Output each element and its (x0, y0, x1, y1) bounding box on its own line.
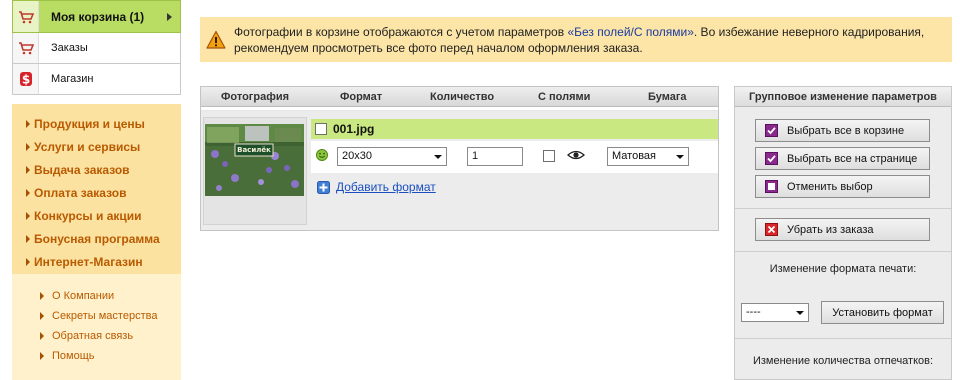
main-navigation: Продукция и цены Услуги и сервисы Выдача… (12, 104, 181, 274)
dropdown-arrow-icon (676, 155, 684, 159)
remove-from-order-button[interactable]: Убрать из заказа (755, 218, 930, 241)
menu-item-label: Магазин (51, 73, 94, 85)
nav-item-online-shop[interactable]: Интернет-Магазин (12, 250, 181, 273)
smiley-status-icon (316, 149, 328, 161)
nav-item-pickup[interactable]: Выдача заказов (12, 158, 181, 181)
photo-select-checkbox[interactable] (315, 123, 327, 135)
panel-divider (735, 251, 951, 252)
borders-help-link[interactable]: «Без полей/С полями» (567, 25, 693, 39)
preview-eye-icon[interactable] (567, 149, 585, 161)
cart-notice: Фотографии в корзине отображаются с учет… (200, 17, 952, 62)
notice-text: Фотографии в корзине отображаются с учет… (234, 24, 925, 55)
nav-item-payment[interactable]: Оплата заказов (12, 181, 181, 204)
panel-title: Групповое изменение параметров (735, 87, 951, 107)
add-format-row: Добавить формат (311, 177, 436, 197)
plus-icon (317, 180, 330, 194)
format-change-label: Изменение формата печати: (769, 263, 917, 275)
column-header-format: Формат (340, 91, 383, 103)
dollar-icon: $ (13, 64, 39, 94)
column-header-paper: Бумага (648, 91, 687, 103)
nav-item-products[interactable]: Продукция и цены (12, 112, 181, 135)
menu-item-shop[interactable]: $ Магазин (12, 64, 181, 95)
quantity-input[interactable]: 1 (467, 147, 523, 166)
thumbnail-caption: Василёк (237, 146, 271, 154)
panel-divider (735, 208, 951, 209)
select-all-cart-button[interactable]: Выбрать все в корзине (755, 119, 930, 142)
column-header-quantity: Количество (430, 91, 495, 103)
checkbox-checked-icon (765, 152, 778, 165)
select-all-page-button[interactable]: Выбрать все на странице (755, 147, 930, 170)
dropdown-arrow-icon (796, 311, 804, 315)
borders-checkbox[interactable] (543, 150, 555, 162)
set-format-button[interactable]: Установить формат (821, 301, 944, 324)
nav-item-about[interactable]: О Компании (12, 286, 181, 306)
menu-item-cart[interactable]: Моя корзина (1) (12, 0, 181, 33)
print-options-row: 20x30 1 Матовая (311, 141, 718, 173)
svg-text:$: $ (21, 73, 29, 87)
add-format-link[interactable]: Добавить формат (336, 180, 436, 194)
secondary-navigation: О Компании Секреты мастерства Обратная с… (12, 274, 181, 380)
photo-thumbnail[interactable]: Василёк (205, 124, 304, 196)
quantity-change-label: Изменение количества отпечатков: (752, 355, 934, 367)
format-select[interactable]: 20x30 (337, 147, 447, 166)
file-name-row: 001.jpg (311, 119, 718, 139)
cart-icon (13, 33, 39, 63)
menu-item-label: Моя корзина (1) (51, 9, 145, 24)
photo-cell: Василёк (203, 117, 307, 225)
cart-icon (13, 1, 39, 32)
chevron-right-icon (167, 13, 172, 21)
file-name: 001.jpg (333, 122, 375, 136)
column-header-photo: Фотография (221, 91, 290, 103)
deselect-button[interactable]: Отменить выбор (755, 175, 930, 198)
format-change-select[interactable]: ---- (741, 303, 809, 322)
group-edit-panel: Групповое изменение параметров Выбрать в… (734, 86, 952, 380)
menu-item-orders[interactable]: Заказы (12, 33, 181, 64)
nav-item-bonus[interactable]: Бонусная программа (12, 227, 181, 250)
nav-item-services[interactable]: Услуги и сервисы (12, 135, 181, 158)
cart-table: Фотография Формат Количество С полями Бу… (200, 86, 719, 231)
nav-item-feedback[interactable]: Обратная связь (12, 326, 181, 346)
nav-item-contests[interactable]: Конкурсы и акции (12, 204, 181, 227)
panel-divider (735, 338, 951, 339)
column-header-borders: С полями (538, 91, 591, 103)
checkbox-checked-icon (765, 124, 778, 137)
remove-x-icon (765, 223, 778, 236)
table-header: Фотография Формат Количество С полями Бу… (201, 87, 718, 107)
paper-select[interactable]: Матовая (607, 147, 689, 166)
account-menu: Моя корзина (1) Заказы $ Магазин (12, 0, 181, 95)
dropdown-arrow-icon (434, 155, 442, 159)
table-row: Василёк 001.jpg 20x30 1 Матовая Добавить… (201, 111, 718, 230)
nav-item-help[interactable]: Помощь (12, 346, 181, 366)
warning-icon (206, 30, 226, 49)
menu-item-label: Заказы (51, 42, 88, 54)
checkbox-unchecked-icon (765, 180, 778, 193)
nav-item-secrets[interactable]: Секреты мастерства (12, 306, 181, 326)
